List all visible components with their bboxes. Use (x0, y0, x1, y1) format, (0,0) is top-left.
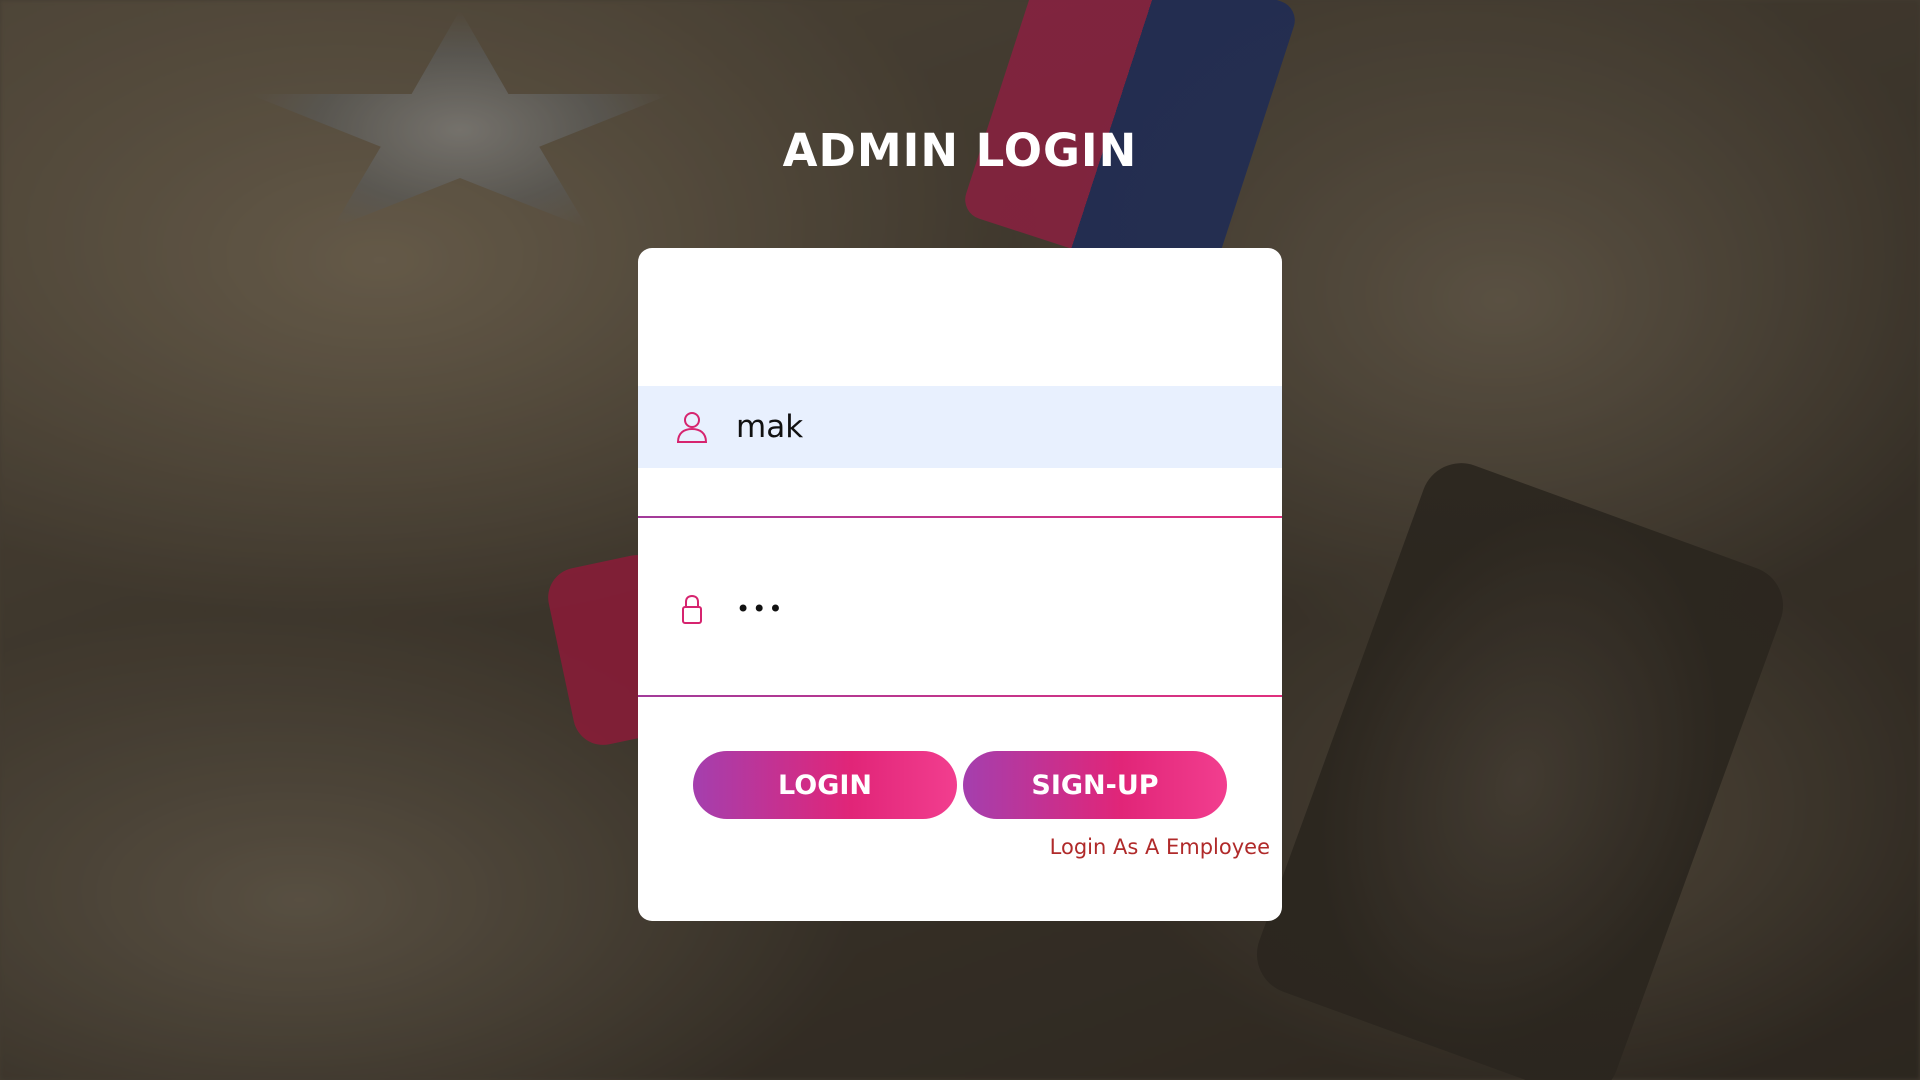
signup-button[interactable]: SIGN-UP (963, 751, 1227, 819)
login-card: LOGIN SIGN-UP Login As A Employee (638, 248, 1282, 921)
password-field (638, 568, 1282, 650)
lock-icon (676, 592, 708, 626)
username-underline (638, 516, 1282, 518)
username-field (638, 386, 1282, 468)
username-input[interactable] (736, 386, 1256, 468)
user-icon (676, 410, 708, 444)
password-underline (638, 695, 1282, 697)
page-title: ADMIN LOGIN (782, 124, 1138, 177)
password-input[interactable] (736, 568, 1256, 650)
employee-login-link[interactable]: Login As A Employee (1050, 835, 1270, 859)
login-page: ADMIN LOGIN LOGIN SIGN-UP (0, 0, 1920, 1080)
login-button[interactable]: LOGIN (693, 751, 957, 819)
